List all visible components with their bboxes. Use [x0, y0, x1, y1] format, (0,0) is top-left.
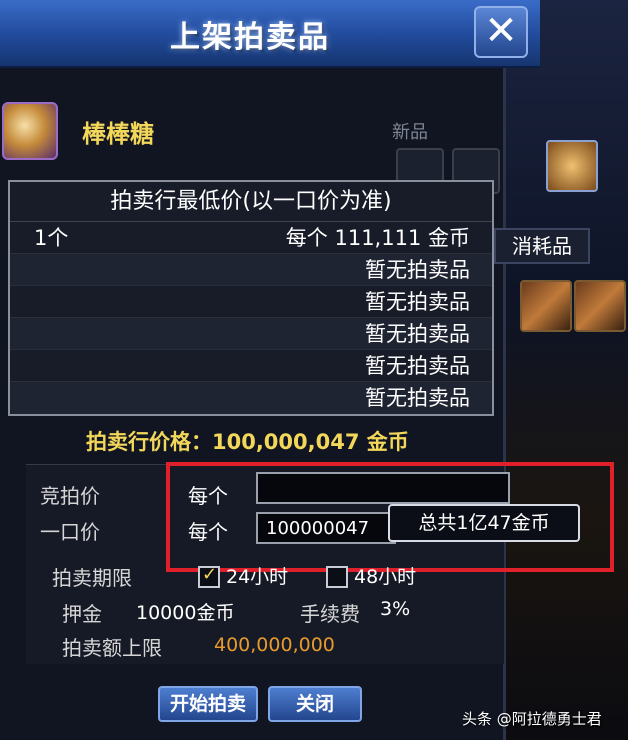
period-48h-checkbox[interactable]: [326, 566, 348, 588]
row-price: 暂无拍卖品: [365, 386, 470, 410]
row-price: 暂无拍卖品: [365, 354, 470, 378]
sword-icon[interactable]: [520, 280, 572, 332]
period-24h-label: 24小时: [226, 566, 289, 588]
period-24h-checkbox[interactable]: [198, 564, 220, 588]
start-auction-button[interactable]: 开始拍卖: [158, 686, 258, 722]
list-item: 暂无拍卖品: [10, 382, 492, 414]
title-bar[interactable]: 上架拍卖品 ✕: [0, 0, 540, 68]
row-price: 暂无拍卖品: [365, 290, 470, 314]
list-item: 暂无拍卖品: [10, 254, 492, 286]
lowest-price-list: 拍卖行最低价(以一口价为准) 1个 每个 111,111 金币 暂无拍卖品 暂无…: [8, 180, 494, 416]
lollipop-icon: [2, 102, 58, 160]
list-item: 1个 每个 111,111 金币: [10, 222, 492, 254]
item-name: 棒棒糖: [82, 120, 154, 148]
auction-limit-label: 拍卖额上限: [62, 636, 162, 660]
row-price: 暂无拍卖品: [365, 258, 470, 282]
row-quantity: 1个: [34, 226, 69, 250]
sword-icon[interactable]: [574, 280, 626, 332]
auction-price-label: 拍卖行价格：100,000,047 金币: [86, 430, 409, 454]
tab-consumables[interactable]: 消耗品: [494, 228, 590, 264]
list-item: 暂无拍卖品: [10, 350, 492, 382]
buyout-price-label: 一口价: [40, 520, 100, 544]
fee-label: 手续费: [300, 602, 360, 626]
fee-value: 3%: [380, 598, 411, 620]
bid-price-label: 竞拍价: [40, 484, 100, 508]
list-item: 暂无拍卖品: [10, 318, 492, 350]
highlight-frame: [166, 462, 614, 572]
list-item: 暂无拍卖品: [10, 286, 492, 318]
background-right: [500, 0, 628, 740]
lowest-price-header: 拍卖行最低价(以一口价为准): [10, 182, 492, 222]
row-price: 暂无拍卖品: [365, 322, 470, 346]
row-price: 每个 111,111 金币: [285, 226, 470, 250]
deposit-value: 10000金币: [136, 602, 235, 624]
auction-limit-value: 400,000,000: [214, 634, 335, 656]
item-slot-icon[interactable]: [546, 140, 598, 192]
close-button[interactable]: 关闭: [268, 686, 362, 722]
close-icon[interactable]: ✕: [474, 6, 528, 58]
new-item-label: 新品: [392, 122, 428, 143]
deposit-label: 押金: [62, 602, 102, 626]
window-title: 上架拍卖品: [170, 20, 330, 55]
watermark-credit: 头条 @阿拉德勇士君: [462, 710, 602, 728]
auction-period-label: 拍卖期限: [52, 566, 132, 590]
period-48h-label: 48小时: [354, 566, 417, 588]
